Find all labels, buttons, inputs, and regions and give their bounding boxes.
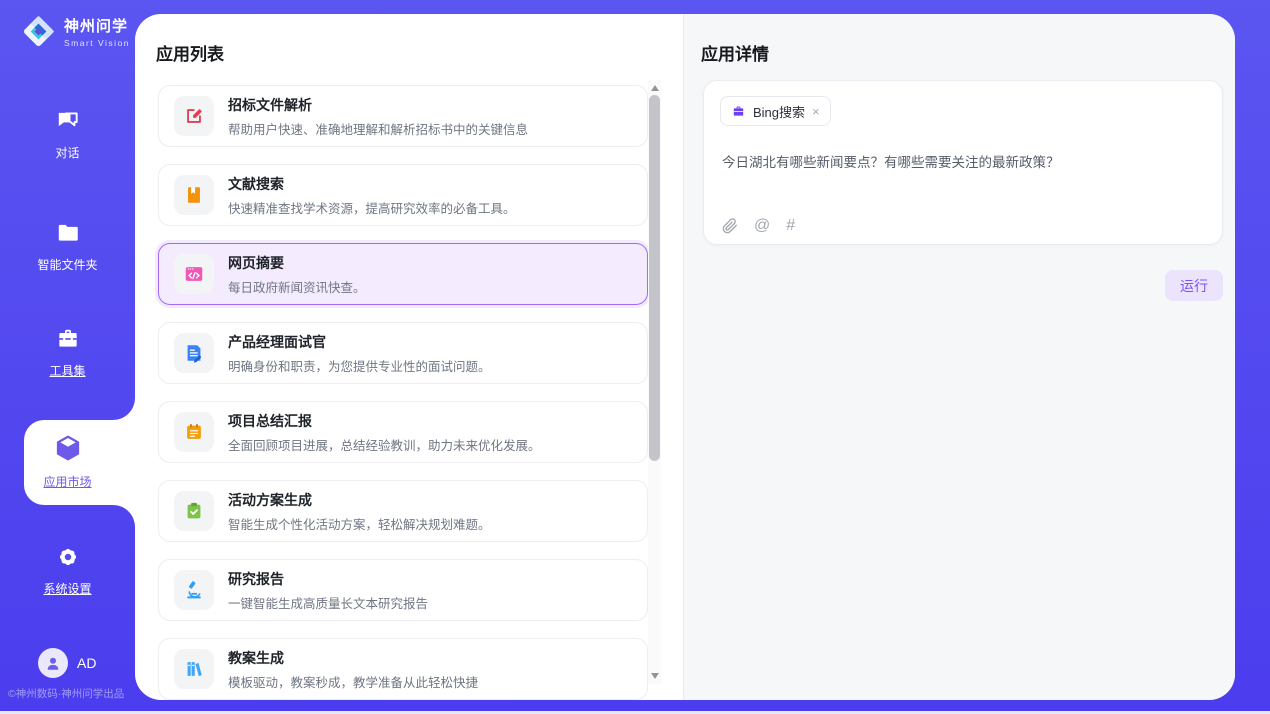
app-desc: 一键智能生成高质量长文本研究报告 [228,593,428,612]
sidebar-item-label: 应用市场 [0,473,135,490]
main-window: 应用列表 招标文件解析 帮助用户快速、准确地理解和解析招标书中的关键信息 [135,14,1235,700]
scrollbar-thumb[interactable] [649,95,660,461]
sidebar-item-chat[interactable]: 对话 [0,108,135,161]
user-initials: AD [77,655,96,671]
folder-icon [55,220,81,246]
scroll-down-arrow-icon[interactable] [651,673,659,679]
composer-toolbar: @ # [722,217,795,235]
app-name: 产品经理面试官 [228,332,491,352]
web-code-icon [174,254,214,294]
sidebar: 神州问学 Smart Vision 对话 智能文件夹 工具集 [0,0,135,714]
toolbox-icon [55,326,81,352]
app-desc: 明确身份和职责，为您提供专业性的面试问题。 [228,356,491,375]
app-name: 文献搜索 [228,174,516,194]
hashtag-icon[interactable]: # [786,217,795,235]
app-desc: 每日政府新闻资讯快查。 [228,277,366,296]
app-card-research-report[interactable]: 研究报告 一键智能生成高质量长文本研究报告 [158,559,648,621]
tool-tag-bing-search[interactable]: Bing搜索 × [720,96,831,126]
notepad-icon [174,412,214,452]
app-name: 教案生成 [228,648,478,668]
app-card-pm-interviewer[interactable]: 产品经理面试官 明确身份和职责，为您提供专业性的面试问题。 [158,322,648,384]
books-icon [174,649,214,689]
sidebar-item-smart-folder[interactable]: 智能文件夹 [0,220,135,273]
brand-subtitle: Smart Vision [64,38,130,48]
resume-icon [174,333,214,373]
sidebar-item-label: 智能文件夹 [0,256,135,273]
app-detail-panel: 应用详情 Bing搜索 × 今日湖北有哪些新闻要点？有哪些需要关注的最新政策？ … [683,14,1235,700]
chat-icon [55,108,81,134]
app-name: 活动方案生成 [228,490,491,510]
app-desc: 帮助用户快速、准确地理解和解析招标书中的关键信息 [228,119,528,138]
sidebar-item-toolset[interactable]: 工具集 [0,326,135,379]
clipboard-check-icon [174,491,214,531]
briefcase-icon [731,104,746,119]
brand-logo: 神州问学 Smart Vision [20,13,130,50]
app-list: 招标文件解析 帮助用户快速、准确地理解和解析招标书中的关键信息 文献搜索 快速精… [158,85,648,700]
gear-icon [55,544,81,570]
app-detail-title: 应用详情 [701,40,769,65]
sidebar-item-label: 工具集 [0,362,135,379]
sidebar-item-app-market[interactable]: 应用市场 [0,433,135,490]
cube-icon [53,433,83,463]
mention-icon[interactable]: @ [754,217,770,235]
app-card-literature-search[interactable]: 文献搜索 快速精准查找学术资源，提高研究效率的必备工具。 [158,164,648,226]
app-name: 研究报告 [228,569,428,589]
person-icon [44,654,62,672]
tool-tag-label: Bing搜索 [753,102,805,121]
app-desc: 智能生成个性化活动方案，轻松解决规划难题。 [228,514,491,533]
app-card-bid-analysis[interactable]: 招标文件解析 帮助用户快速、准确地理解和解析招标书中的关键信息 [158,85,648,147]
sidebar-item-label: 对话 [0,144,135,161]
app-name: 招标文件解析 [228,95,528,115]
app-card-event-plan[interactable]: 活动方案生成 智能生成个性化活动方案，轻松解决规划难题。 [158,480,648,542]
attachment-icon[interactable] [722,218,738,234]
book-icon [174,175,214,215]
app-desc: 模板驱动，教案秒成，教学准备从此轻松快捷 [228,672,478,691]
app-card-lesson-plan[interactable]: 教案生成 模板驱动，教案秒成，教学准备从此轻松快捷 [158,638,648,700]
microscope-icon [174,570,214,610]
user-profile[interactable]: AD [38,648,96,678]
copyright-footer: ©神州数码·神州问学出品 [8,686,135,701]
scrollbar[interactable] [648,80,661,684]
app-desc: 全面回顾项目进展，总结经验教训，助力未来优化发展。 [228,435,541,454]
sidebar-item-label: 系统设置 [0,580,135,597]
logo-diamond-icon [20,13,57,50]
app-name: 网页摘要 [228,253,366,273]
scroll-up-arrow-icon[interactable] [651,85,659,91]
brand-name: 神州问学 [64,15,130,36]
app-card-web-summary[interactable]: 网页摘要 每日政府新闻资讯快查。 [158,243,648,305]
avatar [38,648,68,678]
sidebar-item-settings[interactable]: 系统设置 [0,544,135,597]
prompt-input[interactable]: 今日湖北有哪些新闻要点？有哪些需要关注的最新政策？ [722,151,1202,171]
app-name: 项目总结汇报 [228,411,541,431]
app-desc: 快速精准查找学术资源，提高研究效率的必备工具。 [228,198,516,217]
run-button[interactable]: 运行 [1165,270,1223,301]
app-list-title: 应用列表 [156,40,224,65]
edit-doc-icon [174,96,214,136]
close-icon[interactable]: × [812,105,820,118]
app-card-project-summary[interactable]: 项目总结汇报 全面回顾项目进展，总结经验教训，助力未来优化发展。 [158,401,648,463]
prompt-composer: Bing搜索 × 今日湖北有哪些新闻要点？有哪些需要关注的最新政策？ @ # [703,80,1223,245]
